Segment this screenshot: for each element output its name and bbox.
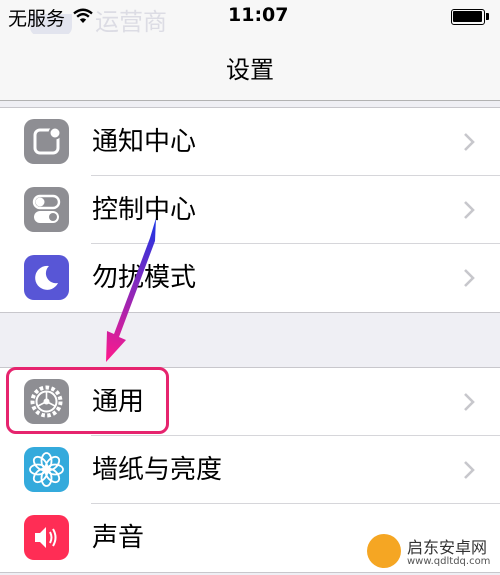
watermark-url: www.qdltdq.com [407,556,491,567]
watermark: 启东安卓网 www.qdltdq.com [367,532,500,575]
watermark-text: 启东安卓网 [407,538,488,557]
annotation-arrow [106,218,156,362]
watermark-logo-icon [367,534,401,568]
